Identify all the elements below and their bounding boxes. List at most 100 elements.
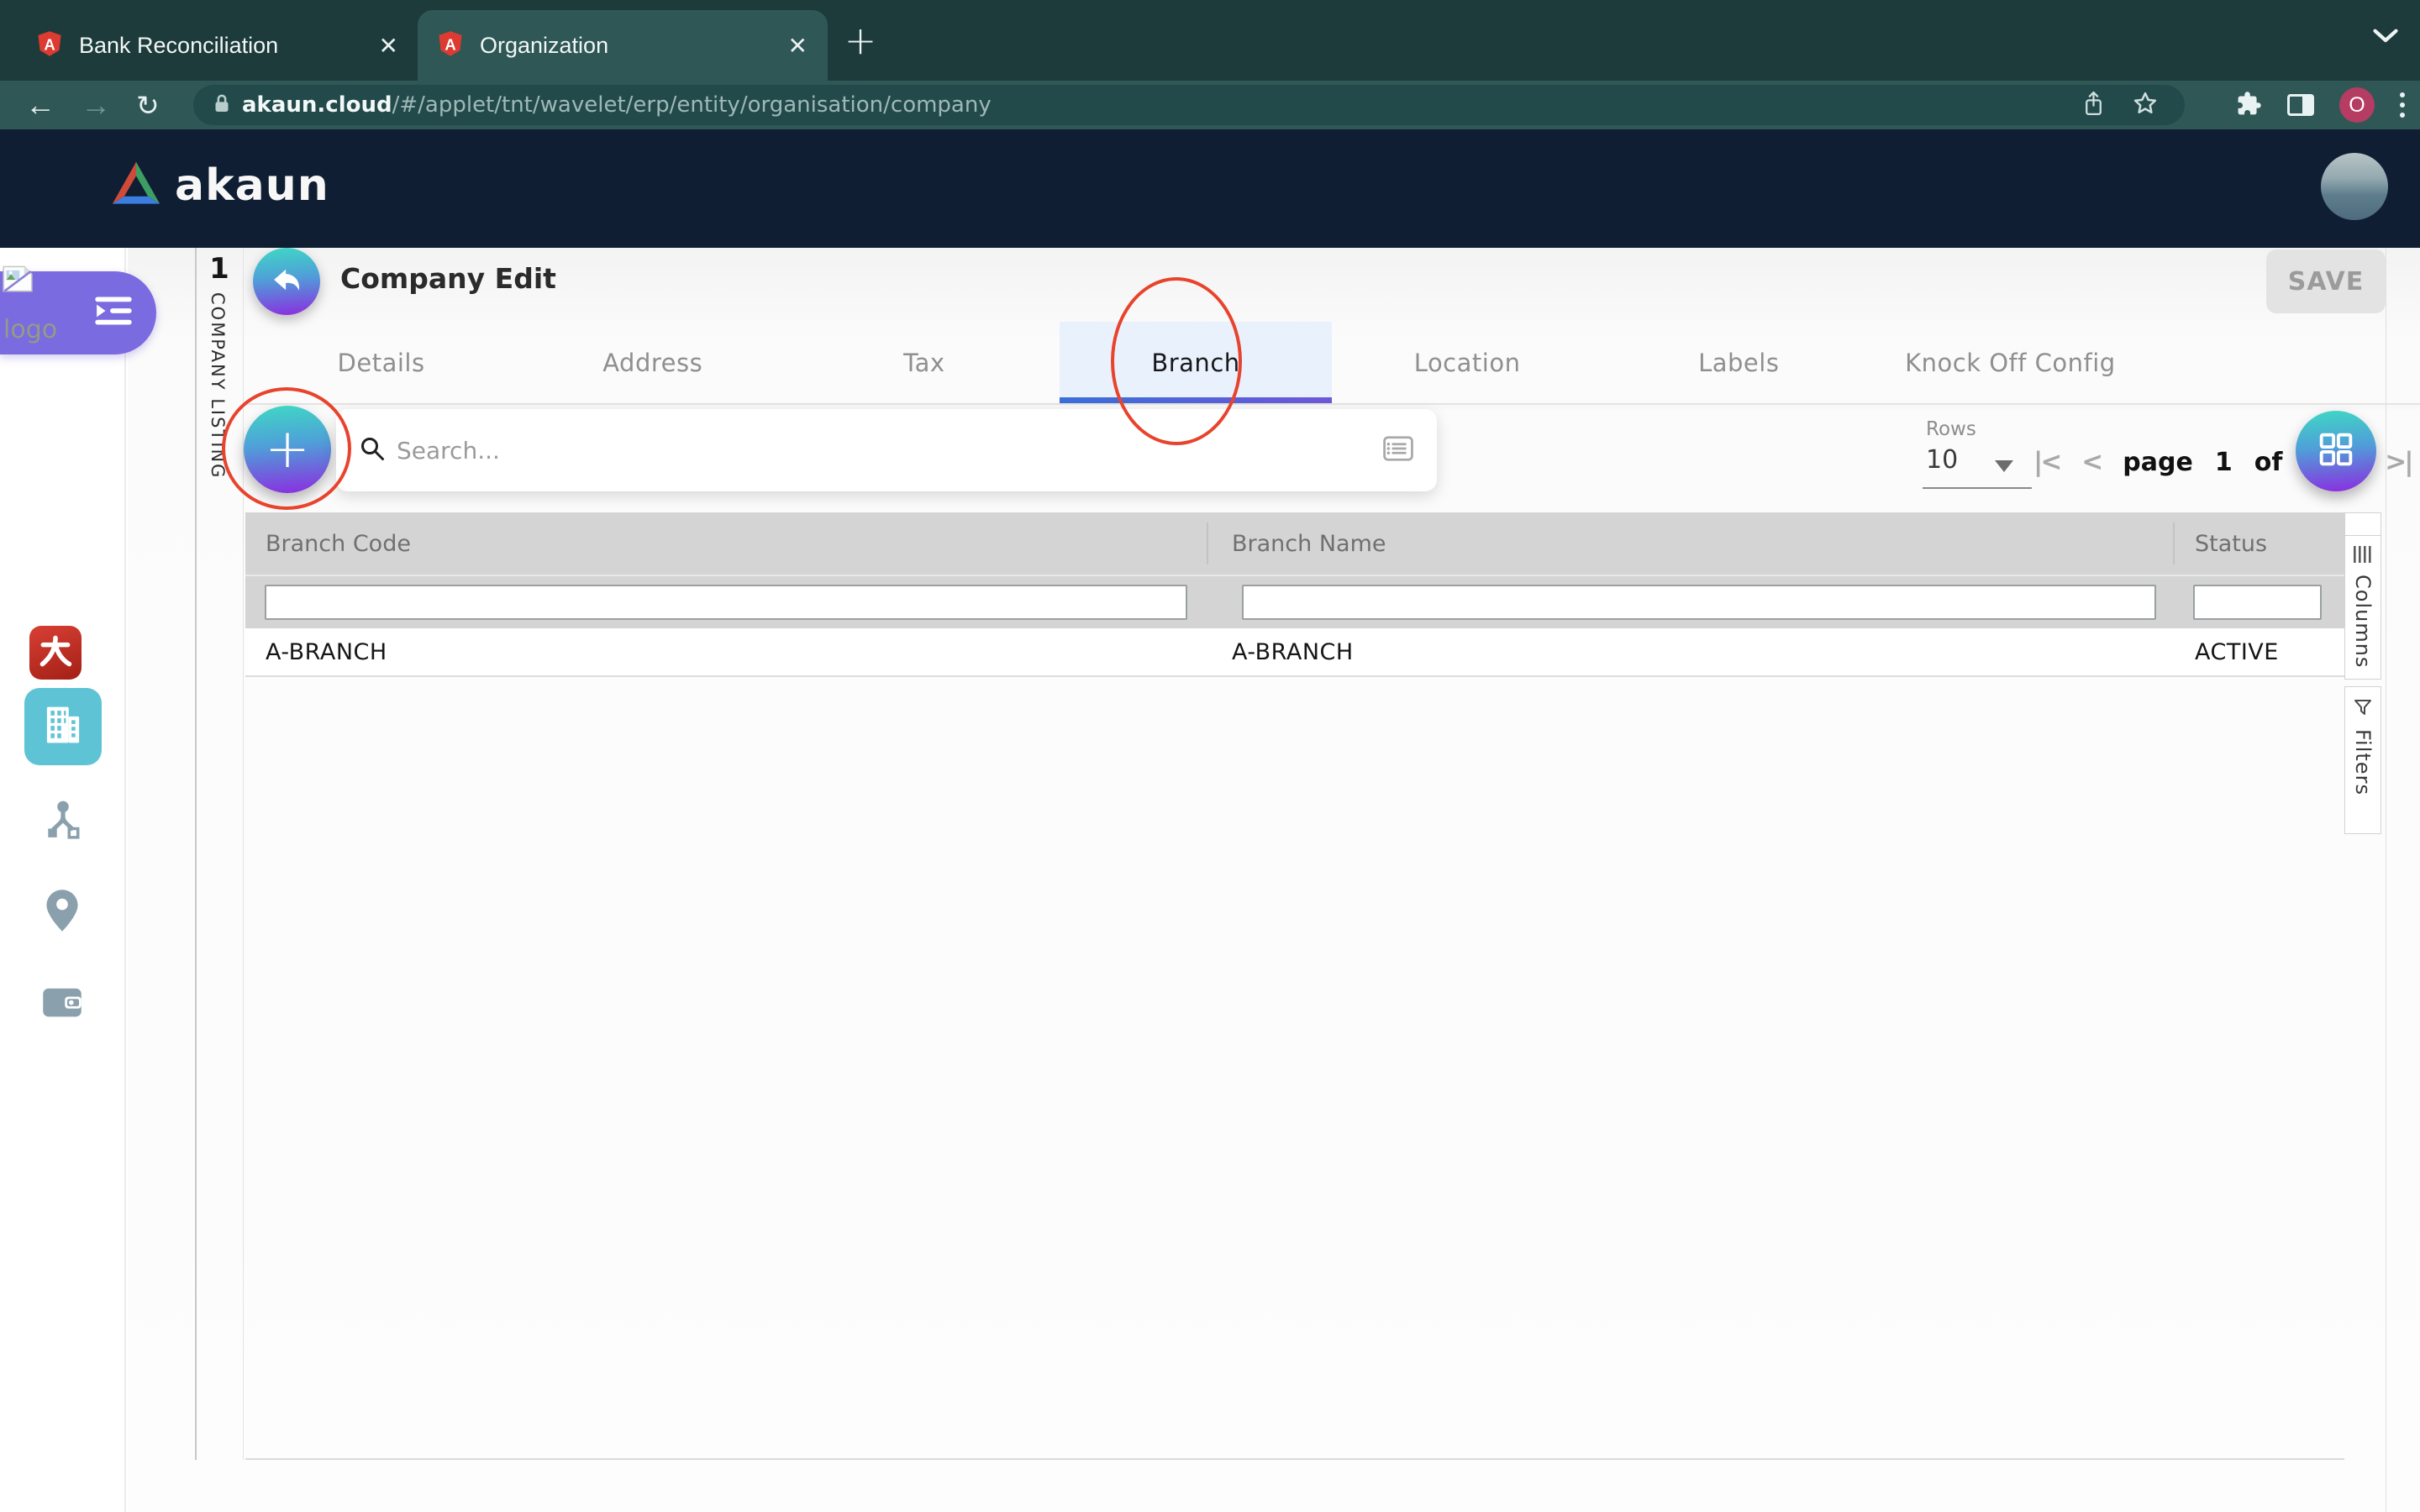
tab-close-icon[interactable]: ✕ [379,32,398,60]
browser-tab-bank-reconciliation[interactable]: A Bank Reconciliation ✕ [17,10,418,81]
branch-code-filter-input[interactable] [265,585,1187,620]
tab-title: Organization [480,33,608,59]
filters-tab-label: Filters [2351,729,2375,795]
app-header: akaun [0,129,2420,248]
url-domain: akaun.cloud [242,92,392,118]
tab-close-icon[interactable]: ✕ [788,32,808,60]
company-building-icon [40,702,86,751]
tab-title: Bank Reconciliation [79,33,278,59]
listing-tab-company-listing[interactable]: COMPANY LISTING [208,292,228,479]
share-icon[interactable] [2083,91,2104,120]
back-arrow-icon [269,262,304,301]
akaun-brand: akaun [109,160,329,212]
page-of-label: of [2254,448,2283,477]
sidebar-item-company-active[interactable] [24,688,102,765]
forward-icon[interactable]: → [81,90,111,120]
table-bottom-border [245,1458,2344,1460]
page-label: page [2123,448,2193,477]
broken-image-icon [2,265,34,297]
tabs-divider [245,403,2420,405]
cell-status: ACTIVE [2195,628,2279,675]
sidebar-item-hierarchy[interactable] [40,798,86,843]
table-header: Branch Code Branch Name Status [245,512,2344,575]
first-page-icon[interactable]: |< [2033,447,2060,477]
sidebar-item-wallet[interactable] [39,984,86,1024]
svg-text:A: A [44,35,55,53]
branch-name-filter-input[interactable] [1242,585,2156,620]
new-tab-button[interactable]: + [839,18,882,62]
browser-profile-avatar[interactable]: O [2339,87,2375,123]
brand-name: akaun [175,160,329,211]
table-filter-row [245,575,2344,628]
column-header-branch-name[interactable]: Branch Name [1232,512,1386,575]
location-pin-icon [45,889,79,936]
table-row[interactable]: A-BRANCH A-BRANCH ACTIVE [245,628,2344,677]
last-page-icon[interactable]: >| [2385,447,2411,477]
back-icon[interactable]: ← [25,90,55,120]
column-separator [1207,522,1208,564]
tab-address[interactable]: Address [517,322,788,403]
cjk-da-icon [37,633,74,673]
search-input[interactable] [397,437,1383,465]
add-branch-button[interactable]: + [244,406,331,493]
sidebar-item-location[interactable] [44,889,81,936]
tab-details[interactable]: Details [245,322,517,403]
sidebar-item-red-app[interactable] [29,626,82,680]
tab-labels[interactable]: Labels [1603,322,1875,403]
svg-text:A: A [445,35,455,53]
tools-panel-spacer [2344,512,2381,536]
view-list-icon[interactable] [1383,436,1413,465]
grid-view-button[interactable] [2296,411,2376,491]
columns-tool-tab[interactable]: Columns [2344,535,2381,680]
tab-search-chevron-icon[interactable] [2373,29,2398,47]
rows-per-page-select[interactable]: 10 [1926,445,1958,475]
rows-label: Rows [1926,418,1976,440]
browser-menu-icon[interactable] [2400,92,2405,118]
wallet-icon [40,984,84,1024]
side-panel-icon[interactable] [2287,94,2314,116]
browser-actions: O [2236,84,2405,126]
logo-alt-text: logo [3,315,57,344]
tab-knock-off-config[interactable]: Knock Off Config [1875,322,2146,403]
listing-tab-divider [195,248,197,1460]
listing-tab-index: 1 [202,252,237,286]
cell-branch-code: A-BRANCH [266,628,387,675]
grid-icon [2314,428,2358,475]
filter-funnel-icon [2353,697,2373,721]
status-filter-input[interactable] [2193,585,2322,620]
bookmark-star-icon[interactable] [2133,91,2158,119]
rows-select-underline [1923,487,2032,489]
back-button[interactable] [253,248,320,315]
columns-tab-label: Columns [2351,575,2375,668]
url-path: /#/applet/tnt/wavelet/erp/entity/organis… [392,92,992,118]
browser-tab-organization[interactable]: A Organization ✕ [418,10,828,81]
filters-tool-tab[interactable]: Filters [2344,686,2381,834]
rows-caret-icon[interactable] [1995,460,2013,472]
column-header-status[interactable]: Status [2195,512,2267,575]
content-divider [243,248,244,1460]
entity-tabs: Details Address Tax Branch Location Labe… [245,322,2146,403]
page-title: Company Edit [340,262,556,295]
angular-favicon-icon: A [37,30,62,61]
reload-icon[interactable]: ↻ [136,92,160,119]
user-avatar[interactable] [2321,153,2388,220]
url-text: akaun.cloud/#/applet/tnt/wavelet/erp/ent… [242,92,992,118]
tab-location[interactable]: Location [1332,322,1603,403]
browser-tab-strip: A Bank Reconciliation ✕ A Organization ✕… [0,0,2420,81]
menu-indent-icon[interactable] [94,295,133,330]
search-bar [336,409,1437,491]
column-header-branch-code[interactable]: Branch Code [266,512,411,575]
tenant-logo-pill[interactable]: logo [0,271,156,354]
akaun-logo-icon [109,160,163,212]
extensions-puzzle-icon[interactable] [2236,91,2262,120]
screen: A Bank Reconciliation ✕ A Organization ✕… [0,0,2420,1512]
org-hierarchy-icon [42,798,84,843]
app-sidebar: logo [0,248,126,1512]
prev-page-icon[interactable]: < [2081,447,2101,477]
address-bar[interactable]: akaun.cloud/#/applet/tnt/wavelet/erp/ent… [193,85,2185,125]
tab-tax[interactable]: Tax [788,322,1060,403]
cell-branch-name: A-BRANCH [1232,628,1354,675]
columns-icon [2353,546,2373,566]
tab-branch[interactable]: Branch [1060,322,1331,403]
save-button[interactable]: SAVE [2266,249,2386,313]
